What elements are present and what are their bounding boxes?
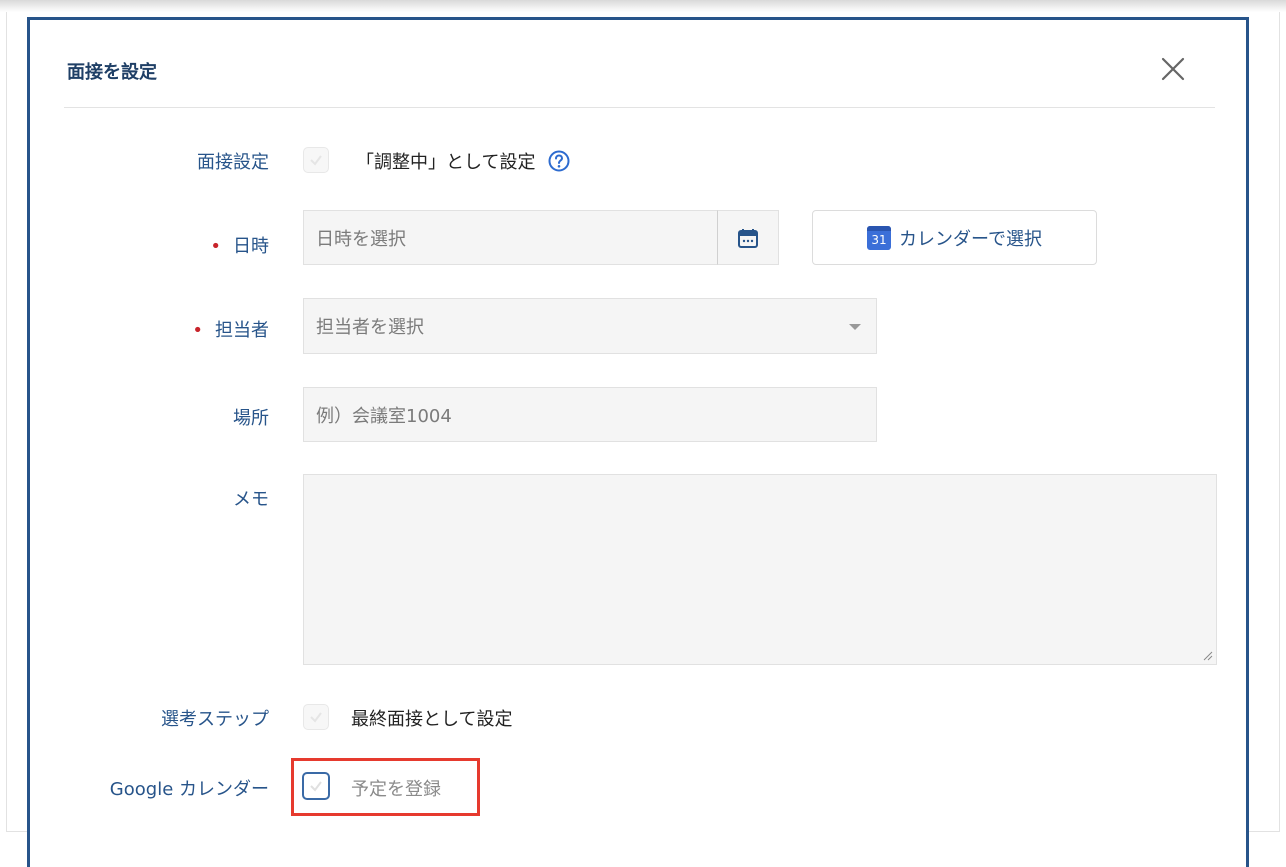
close-button[interactable] (1154, 50, 1192, 88)
assignee-label: • 担当者 (192, 316, 269, 342)
check-icon (310, 155, 322, 166)
final-interview-checkbox-label: 最終面接として設定 (351, 709, 513, 730)
datetime-label-text: 日時 (233, 236, 269, 257)
memo-label: メモ (233, 489, 269, 510)
header-divider (64, 107, 1215, 108)
datetime-input[interactable]: 日時を選択 (303, 210, 718, 265)
assignee-placeholder: 担当者を選択 (316, 317, 424, 338)
register-event-checkbox[interactable] (302, 772, 330, 800)
location-placeholder: 例）会議室1004 (316, 405, 452, 427)
datetime-label: • 日時 (210, 232, 269, 258)
datetime-placeholder: 日時を選択 (316, 228, 406, 250)
resize-handle-icon[interactable] (1203, 651, 1213, 661)
datetime-picker-button[interactable] (717, 210, 779, 265)
select-from-calendar-button[interactable]: 31 カレンダーで選択 (812, 210, 1097, 265)
page-top-shadow (0, 0, 1286, 12)
calendar-icon (738, 228, 758, 248)
select-from-calendar-label: カレンダーで選択 (899, 228, 1042, 250)
interview-setting-label: 面接設定 (197, 152, 269, 173)
google-calendar-icon: 31 (867, 225, 892, 250)
google-calendar-label: Google カレンダー (109, 779, 269, 800)
assignee-select[interactable]: 担当者を選択 (303, 298, 877, 354)
location-input[interactable]: 例）会議室1004 (303, 387, 877, 442)
interview-modal: 面接を設定 面接設定 「調整中」として設定 • 日時 日時を選択 31 カレンダ… (27, 17, 1249, 867)
memo-textarea[interactable] (303, 474, 1217, 665)
modal-title: 面接を設定 (67, 62, 157, 83)
location-label: 場所 (233, 408, 269, 429)
check-icon (310, 712, 322, 723)
close-icon (1161, 57, 1185, 81)
register-event-checkbox-label: 予定を登録 (351, 779, 441, 800)
adjusting-checkbox-text: 「調整中」として設定 (356, 152, 536, 173)
adjusting-checkbox[interactable] (303, 147, 329, 173)
final-interview-checkbox[interactable] (303, 704, 329, 730)
question-circle-icon[interactable] (547, 149, 571, 178)
adjusting-checkbox-label: 「調整中」として設定 (356, 148, 571, 178)
check-icon (310, 781, 322, 792)
selection-step-label: 選考ステップ (161, 709, 269, 730)
caret-down-icon (849, 324, 861, 330)
required-dot: • (192, 320, 203, 341)
assignee-label-text: 担当者 (215, 320, 269, 341)
google-calendar-icon-number: 31 (871, 232, 887, 247)
required-dot: • (210, 236, 221, 257)
